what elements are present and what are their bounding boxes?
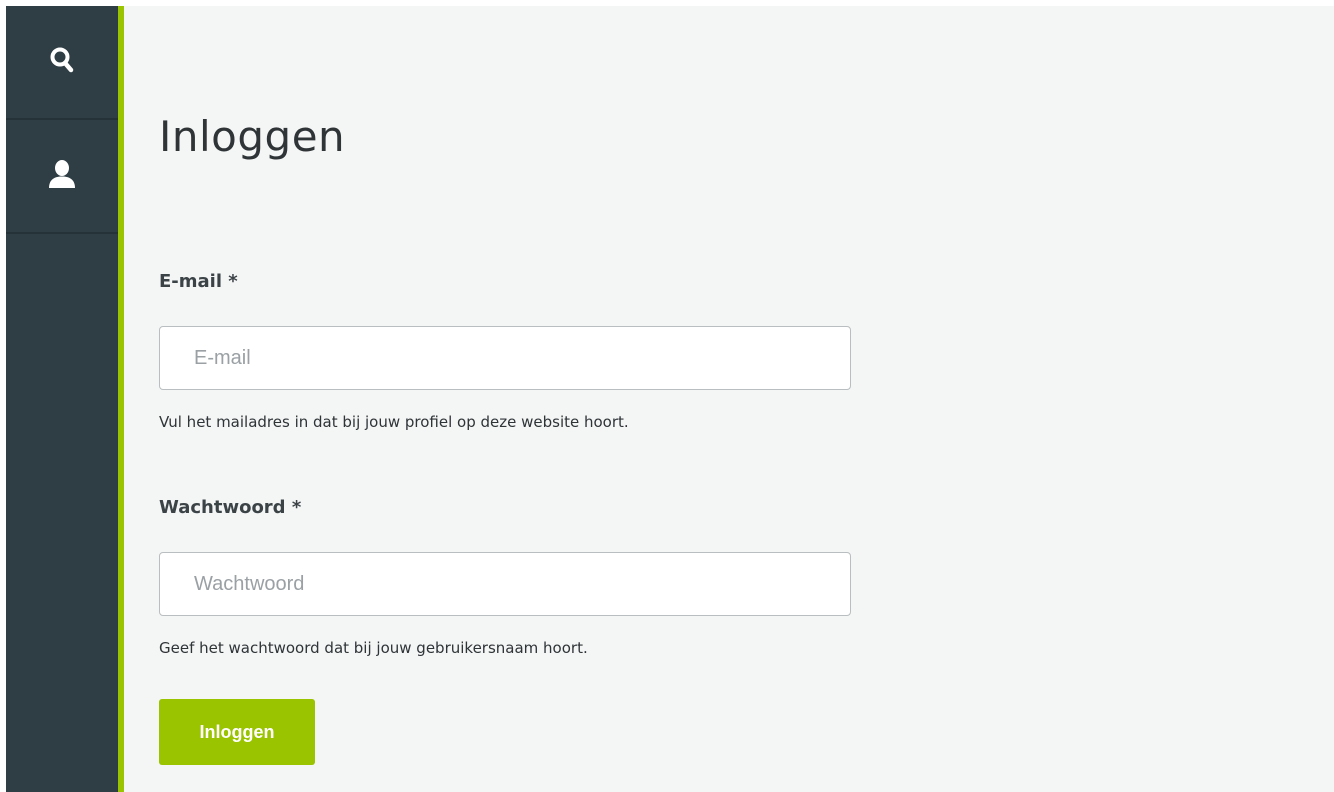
sidebar-search-button[interactable] (6, 6, 118, 118)
user-icon (49, 159, 75, 193)
email-field[interactable] (159, 326, 851, 390)
main-content: Inloggen E-mail * Vul het mailadres in d… (124, 6, 1334, 792)
email-label: E-mail * (159, 271, 238, 292)
password-help-text: Geef het wachtwoord dat bij jouw gebruik… (159, 639, 588, 657)
search-icon (49, 46, 75, 79)
login-button[interactable]: Inloggen (159, 699, 315, 765)
password-label: Wachtwoord * (159, 497, 302, 518)
page-title: Inloggen (159, 112, 346, 161)
page-frame: Inloggen E-mail * Vul het mailadres in d… (6, 6, 1334, 792)
password-field[interactable] (159, 552, 851, 616)
sidebar (6, 6, 118, 792)
sidebar-divider (6, 232, 118, 234)
email-help-text: Vul het mailadres in dat bij jouw profie… (159, 413, 629, 431)
sidebar-account-button[interactable] (6, 120, 118, 232)
